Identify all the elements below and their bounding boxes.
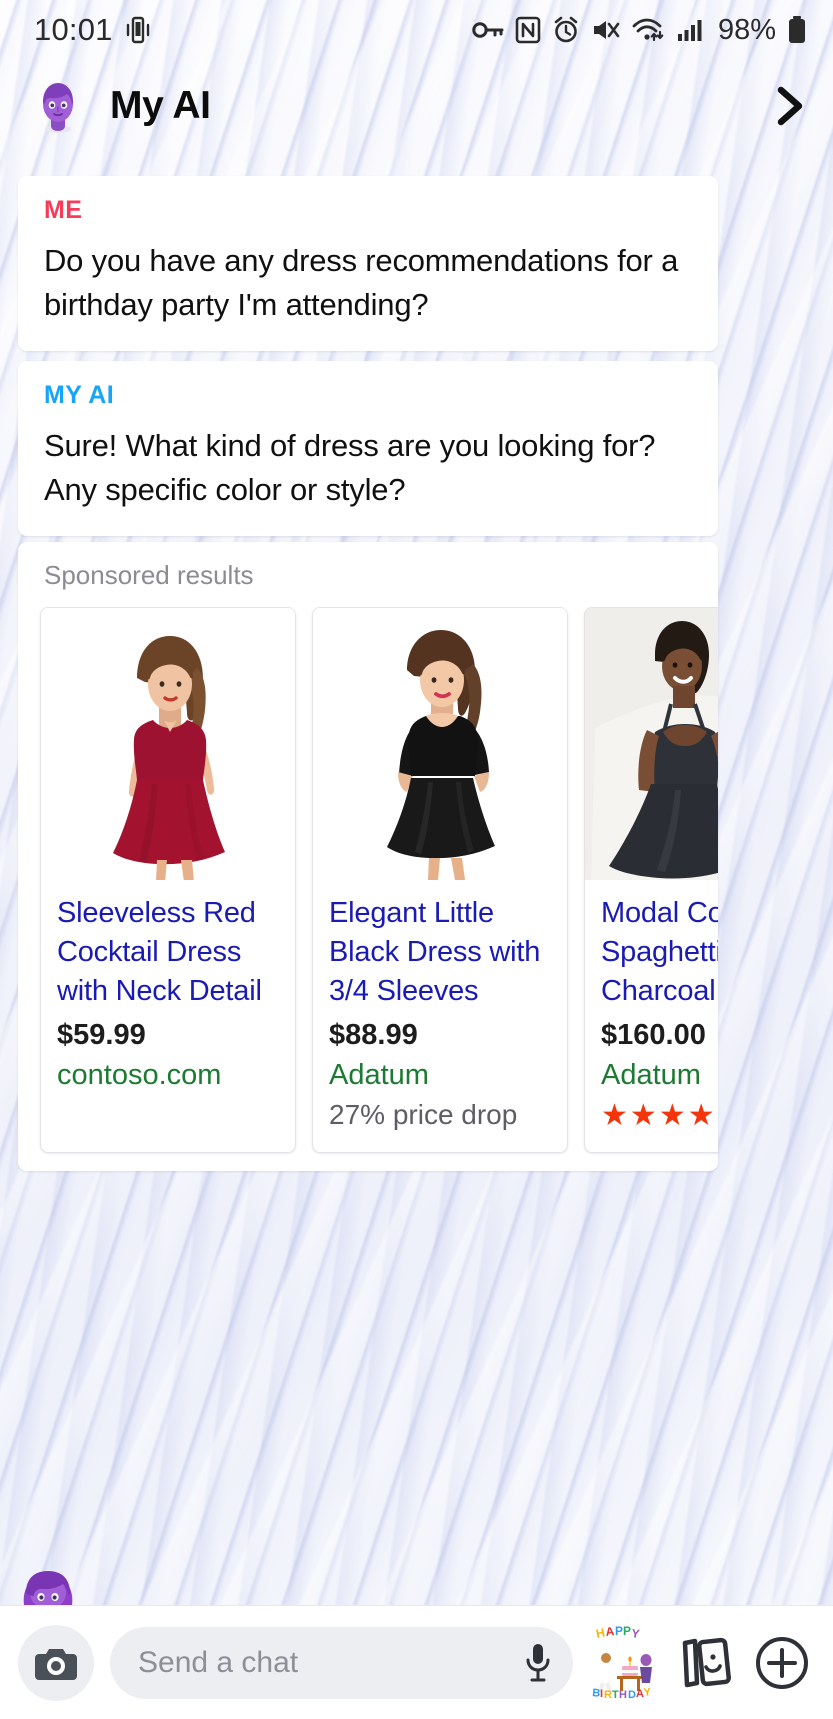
wifi-icon	[632, 16, 666, 44]
message-bubble-my-ai[interactable]: MY AI Sure! What kind of dress are you l…	[18, 361, 718, 537]
sponsored-cards-carousel[interactable]: Sleeveless Red Cocktail Dress with Neck …	[18, 607, 718, 1153]
svg-text:D: D	[628, 1689, 636, 1700]
product-merchant: Adatum	[329, 1058, 429, 1091]
battery-percent: 98%	[717, 13, 776, 46]
message-text: Sure! What kind of dress are you looking…	[44, 428, 656, 508]
product-image-charcoal-dress	[585, 608, 718, 881]
product-card[interactable]: Elegant Little Black Dress with 3/4 Slee…	[312, 607, 568, 1153]
chat-input-placeholder: Send a chat	[138, 1645, 299, 1679]
product-image-red-dress	[41, 608, 295, 881]
product-title-line[interactable]: Modal Cott	[601, 894, 718, 933]
svg-text:R: R	[604, 1689, 612, 1700]
message-sender-label: MY AI	[44, 381, 115, 410]
sponsored-results-panel: Sponsored results Sleeveless Red Cocktai…	[18, 542, 718, 1171]
svg-text:P: P	[615, 1626, 623, 1638]
star-icon-empty: ★	[717, 1101, 718, 1131]
product-image-black-dress	[313, 608, 567, 881]
my-ai-avatar[interactable]	[30, 78, 86, 134]
product-merchant: contoso.com	[57, 1058, 222, 1091]
camera-button[interactable]	[18, 1624, 94, 1701]
mute-icon	[591, 17, 621, 43]
sticker-cards-icon[interactable]	[673, 1635, 737, 1691]
product-merchant: Adatum	[601, 1058, 701, 1091]
star-icon-filled: ★	[687, 1099, 715, 1133]
message-sender-label: ME	[44, 196, 83, 224]
product-price: $88.99	[329, 1018, 418, 1051]
svg-text:H: H	[619, 1689, 627, 1700]
message-bubble-me[interactable]: ME Do you have any dress recommendations…	[18, 176, 718, 352]
product-title-line[interactable]: Sleeveless Red	[57, 894, 279, 933]
peeking-bitmoji-avatar	[18, 1553, 78, 1609]
star-icon-filled: ★	[601, 1099, 628, 1133]
svg-text:Y: Y	[631, 1626, 641, 1641]
star-icon-filled: ★	[629, 1099, 657, 1133]
microphone-icon[interactable]	[523, 1640, 553, 1686]
sponsored-results-label: Sponsored results	[44, 560, 254, 591]
svg-text:I: I	[600, 1688, 603, 1700]
product-title-line[interactable]: Cocktail Dress	[57, 933, 279, 972]
alarm-icon	[552, 16, 580, 44]
status-time: 10:01	[34, 12, 113, 47]
product-card[interactable]: Modal Cott Spaghetti S Charcoal D $160.0…	[584, 607, 718, 1153]
svg-text:T: T	[612, 1689, 619, 1700]
product-price-drop-note: 27% price drop	[329, 1098, 518, 1130]
product-title-line[interactable]: Elegant Little	[329, 894, 551, 933]
chat-composer-bar: Send a chat H A P P Y B I R T H D A Y	[0, 1605, 833, 1719]
happy-birthday-sticker[interactable]: H A P P Y B I R T H D A Y	[589, 1626, 657, 1700]
product-price: $59.99	[57, 1018, 146, 1051]
conversation-list: ME Do you have any dress recommendations…	[0, 176, 833, 1171]
product-card[interactable]: Sleeveless Red Cocktail Dress with Neck …	[40, 607, 296, 1153]
page-title: My AI	[110, 84, 211, 127]
key-icon	[472, 17, 504, 43]
svg-text:P: P	[623, 1626, 631, 1638]
battery-icon	[787, 15, 807, 45]
product-title-line[interactable]: Charcoal D	[601, 972, 718, 1011]
my-ai-chat-screen: 10:01 98% My AI ME Do you have any dress…	[0, 0, 833, 1719]
signal-icon	[677, 17, 705, 43]
product-title-line[interactable]: with Neck Detail	[57, 972, 279, 1011]
svg-text:A: A	[605, 1626, 615, 1639]
product-title-line[interactable]: Spaghetti S	[601, 933, 718, 972]
chevron-right-icon[interactable]	[769, 82, 809, 130]
product-title-line[interactable]: Black Dress with	[329, 933, 551, 972]
chat-header[interactable]: My AI	[0, 60, 833, 152]
message-text: Do you have any dress recommendations fo…	[44, 243, 679, 323]
product-title-line[interactable]: 3/4 Sleeves	[329, 972, 551, 1011]
chat-input-field[interactable]: Send a chat	[110, 1626, 573, 1699]
plus-circle-icon[interactable]	[753, 1634, 811, 1692]
vibrate-icon	[125, 15, 151, 45]
nfc-icon	[515, 16, 541, 44]
star-icon-filled: ★	[658, 1099, 686, 1133]
status-bar: 10:01 98%	[0, 0, 833, 60]
svg-text:Y: Y	[643, 1686, 652, 1699]
product-rating: ★ ★ ★ ★ ★ 2	[601, 1101, 718, 1132]
product-price: $160.00	[601, 1018, 706, 1051]
